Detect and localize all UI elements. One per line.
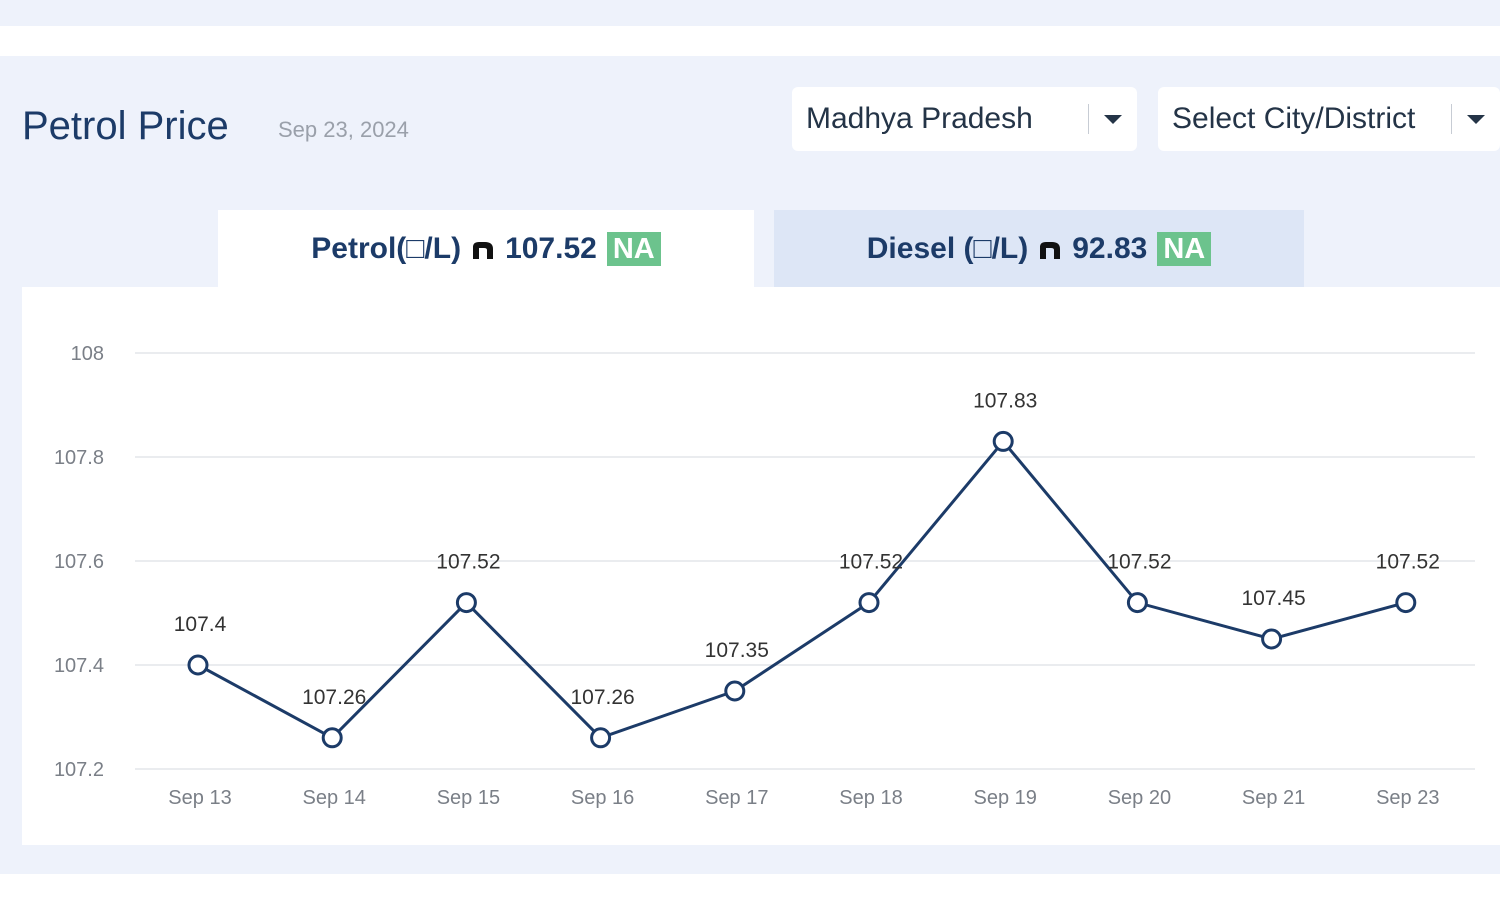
data-label: 107.35 bbox=[705, 639, 769, 662]
x-tick-label: Sep 21 bbox=[1242, 787, 1305, 809]
y-tick-label: 108 bbox=[71, 343, 104, 365]
x-tick-label: Sep 18 bbox=[839, 787, 902, 809]
x-tick-label: Sep 13 bbox=[168, 787, 231, 809]
data-label: 107.83 bbox=[973, 389, 1037, 412]
data-label: 107.4 bbox=[174, 613, 227, 636]
data-label: 107.52 bbox=[839, 551, 903, 574]
data-point bbox=[1126, 592, 1148, 614]
y-tick-label: 107.4 bbox=[54, 655, 104, 677]
data-point bbox=[858, 592, 880, 614]
data-point bbox=[590, 727, 612, 749]
data-label: 107.26 bbox=[302, 686, 366, 709]
x-tick-label: Sep 23 bbox=[1376, 787, 1439, 809]
series-line bbox=[197, 439, 1407, 740]
x-tick-label: Sep 16 bbox=[571, 787, 634, 809]
y-tick-label: 107.2 bbox=[54, 759, 104, 781]
x-tick-label: Sep 19 bbox=[974, 787, 1037, 809]
data-point bbox=[187, 654, 209, 676]
x-tick-label: Sep 20 bbox=[1108, 787, 1171, 809]
data-point bbox=[724, 680, 746, 702]
line-chart: 107.2 107.4 107.6 107.8 108 Sep 13 Sep 14 Sep 1… bbox=[54, 343, 1475, 809]
x-tick-label: Sep 15 bbox=[437, 787, 500, 809]
data-label: 107.52 bbox=[1107, 551, 1171, 574]
y-tick-label: 107.6 bbox=[54, 551, 104, 573]
data-label: 107.52 bbox=[1376, 551, 1440, 574]
data-label: 107.26 bbox=[570, 686, 634, 709]
data-point bbox=[992, 430, 1014, 452]
data-label: 107.52 bbox=[436, 551, 500, 574]
data-point bbox=[1395, 592, 1417, 614]
data-point bbox=[321, 727, 343, 749]
x-tick-label: Sep 17 bbox=[705, 787, 768, 809]
data-point bbox=[1261, 628, 1283, 650]
data-point bbox=[455, 592, 477, 614]
data-label: 107.45 bbox=[1241, 587, 1305, 610]
x-tick-label: Sep 14 bbox=[303, 787, 366, 809]
y-tick-label: 107.8 bbox=[54, 447, 104, 469]
